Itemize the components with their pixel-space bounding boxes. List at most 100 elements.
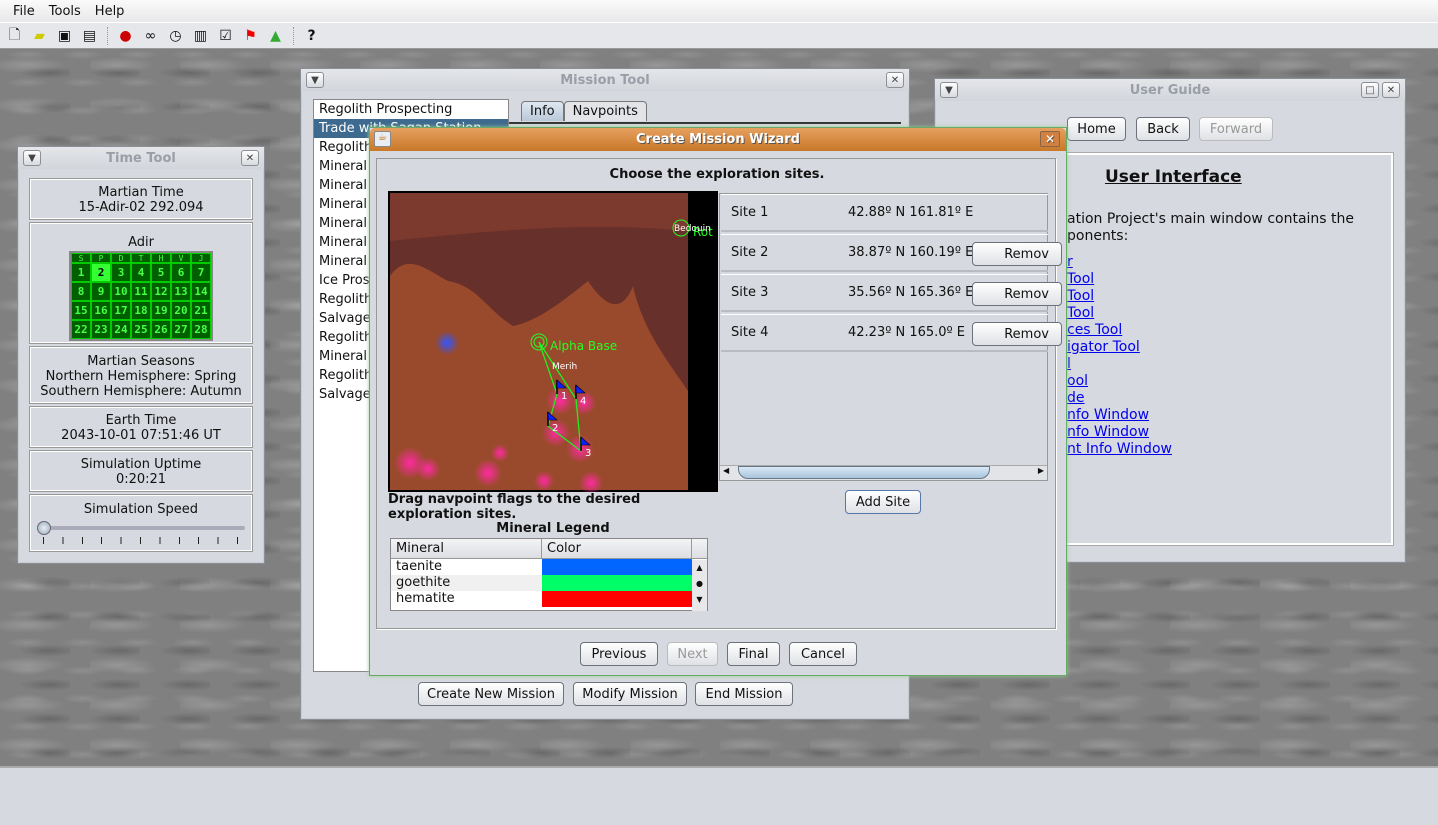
calendar-day[interactable]: 18 (131, 301, 151, 320)
calendar-day[interactable]: 27 (171, 320, 191, 339)
guide-link[interactable]: Tool (1067, 288, 1172, 305)
martian-time-panel: Martian Time 15-Adir-02 292.094 (29, 178, 253, 220)
flask-icon[interactable]: ▲ (266, 26, 285, 45)
mission-tool-titlebar[interactable]: ▼ Mission Tool ✕ (301, 69, 909, 91)
remove-site-button[interactable]: Remov (972, 282, 1062, 306)
remove-site-button[interactable]: Remov (972, 242, 1062, 266)
calendar-day[interactable]: 23 (91, 320, 111, 339)
cancel-button[interactable]: Cancel (789, 642, 857, 666)
guide-link[interactable]: ces Tool (1067, 322, 1172, 339)
guide-link[interactable]: Tool (1067, 271, 1172, 288)
calendar-day[interactable]: 28 (191, 320, 211, 339)
calendar-day[interactable]: 16 (91, 301, 111, 320)
tab-navpoints[interactable]: Navpoints (563, 101, 647, 121)
legend-row[interactable]: hematite (391, 591, 707, 607)
close-icon[interactable]: ✕ (241, 150, 259, 166)
final-button[interactable]: Final (727, 642, 780, 666)
calendar-day[interactable]: 7 (191, 263, 211, 282)
calendar-day[interactable]: 11 (131, 282, 151, 301)
calendar-day[interactable]: 6 (171, 263, 191, 282)
create-new-mission-button[interactable]: Create New Mission (418, 682, 564, 706)
next-button[interactable]: Next (667, 642, 718, 666)
guide-link[interactable]: ool (1067, 373, 1172, 390)
menu-file[interactable]: File (6, 4, 42, 19)
calendar-day[interactable]: 5 (151, 263, 171, 282)
calendar-day[interactable]: 13 (171, 282, 191, 301)
add-site-button[interactable]: Add Site (845, 490, 921, 514)
guide-link[interactable]: nt Info Window (1067, 441, 1172, 458)
modify-mission-button[interactable]: Modify Mission (573, 682, 687, 706)
calendar-day[interactable]: 17 (111, 301, 131, 320)
sites-horizontal-scrollbar[interactable]: ◀ ▶ (720, 465, 1047, 480)
calendar-day[interactable]: 1 (71, 263, 91, 282)
calendar-day[interactable]: 12 (151, 282, 171, 301)
home-button[interactable]: Home (1067, 117, 1126, 141)
previous-button[interactable]: Previous (580, 642, 658, 666)
guide-link[interactable]: Tool (1067, 305, 1172, 322)
guide-link[interactable]: l (1067, 356, 1172, 373)
guide-link[interactable]: r (1067, 254, 1172, 271)
window-menu-icon[interactable]: ▼ (306, 72, 324, 88)
navpoint-map[interactable]: Alpha Base Rot Bedouin Merih 1234 (388, 191, 718, 492)
guide-link[interactable]: nfo Window (1067, 424, 1172, 441)
flag-icon[interactable]: ⚑ (241, 26, 260, 45)
open-folder-icon[interactable]: ▰ (30, 26, 49, 45)
calendar-day[interactable]: 21 (191, 301, 211, 320)
merih-label: Merih (552, 362, 577, 372)
calendar-day[interactable]: 22 (71, 320, 91, 339)
close-icon[interactable]: ✕ (1382, 82, 1400, 98)
legend-scrollbar[interactable]: ▲ ● ▼ (692, 560, 707, 611)
speed-slider-thumb[interactable] (37, 521, 51, 535)
calendar-day[interactable]: 10 (111, 282, 131, 301)
save-as-icon[interactable]: ▤ (80, 26, 99, 45)
new-file-icon[interactable]: 🗋 (5, 26, 24, 45)
column-header-color[interactable]: Color (542, 539, 692, 558)
time-tool-titlebar[interactable]: ▼ Time Tool ✕ (18, 147, 264, 169)
calendar-day[interactable]: 4 (131, 263, 151, 282)
help-icon[interactable]: ? (302, 26, 321, 45)
guide-link[interactable]: igator Tool (1067, 339, 1172, 356)
clock-icon[interactable]: ◷ (166, 26, 185, 45)
menu-help[interactable]: Help (88, 4, 132, 19)
forward-button[interactable]: Forward (1199, 117, 1273, 141)
mars-globe-icon[interactable]: ● (116, 26, 135, 45)
close-icon[interactable]: ✕ (886, 72, 904, 88)
remove-site-button[interactable]: Remov (972, 322, 1062, 346)
search-document-icon[interactable]: ▥ (191, 26, 210, 45)
scroll-right-icon[interactable]: ▶ (1038, 466, 1044, 475)
guide-link[interactable]: nfo Window (1067, 407, 1172, 424)
column-header-mineral[interactable]: Mineral (391, 539, 542, 558)
speed-slider[interactable] (39, 526, 245, 530)
calendar-day[interactable]: 26 (151, 320, 171, 339)
calendar-day[interactable]: 8 (71, 282, 91, 301)
calendar-day[interactable]: 24 (111, 320, 131, 339)
scrollbar-thumb[interactable] (738, 466, 990, 479)
close-icon[interactable]: ✕ (1040, 131, 1060, 147)
checklist-icon[interactable]: ☑ (216, 26, 235, 45)
calendar-day[interactable]: 15 (71, 301, 91, 320)
maximize-icon[interactable]: □ (1361, 82, 1379, 98)
user-guide-titlebar[interactable]: ▼ User Guide □ ✕ (935, 79, 1405, 101)
wizard-titlebar[interactable]: ☕ Create Mission Wizard ✕ (370, 128, 1066, 151)
end-mission-button[interactable]: End Mission (695, 682, 793, 706)
calendar-day[interactable]: 9 (91, 282, 111, 301)
calendar-day[interactable]: 2 (91, 263, 111, 282)
window-menu-icon[interactable]: ▼ (23, 150, 41, 166)
calendar-day[interactable]: 3 (111, 263, 131, 282)
guide-links: r Tool Tool Tool ces Tool igator Tool l ool de nf… (1067, 254, 1172, 458)
legend-row[interactable]: taenite (391, 559, 707, 575)
scroll-left-icon[interactable]: ◀ (723, 466, 729, 475)
tab-info[interactable]: Info (521, 101, 564, 121)
binoculars-icon[interactable]: ∞ (141, 26, 160, 45)
legend-row[interactable]: goethite (391, 575, 707, 591)
calendar-day[interactable]: 14 (191, 282, 211, 301)
window-menu-icon[interactable]: ▼ (940, 82, 958, 98)
mission-list-item[interactable]: Regolith Prospecting (314, 100, 508, 119)
guide-link[interactable]: de (1067, 390, 1172, 407)
menu-tools[interactable]: Tools (42, 4, 88, 19)
calendar-day[interactable]: 20 (171, 301, 191, 320)
calendar-day[interactable]: 19 (151, 301, 171, 320)
back-button[interactable]: Back (1136, 117, 1190, 141)
calendar-day[interactable]: 25 (131, 320, 151, 339)
save-icon[interactable]: ▣ (55, 26, 74, 45)
